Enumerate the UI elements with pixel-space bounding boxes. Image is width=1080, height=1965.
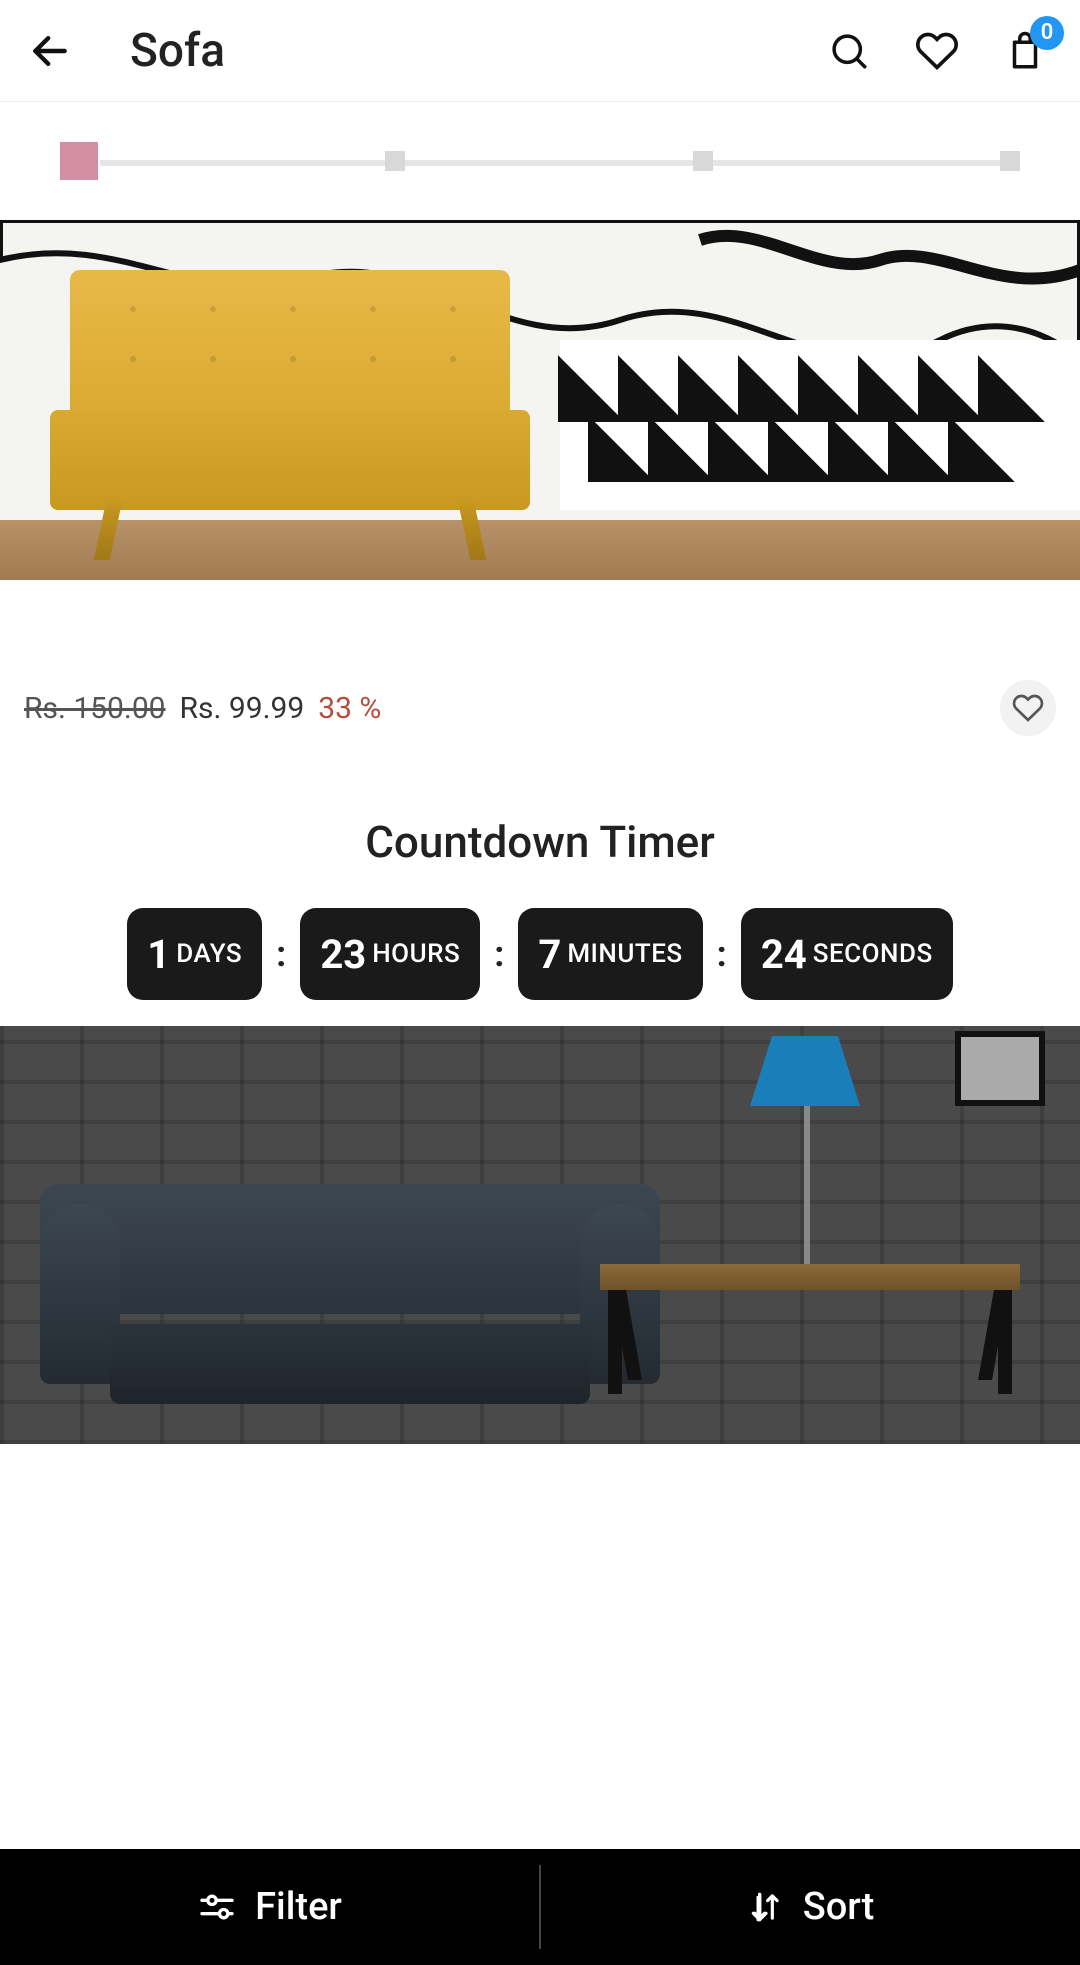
carousel-dots[interactable] bbox=[0, 142, 1080, 220]
countdown-sep: : bbox=[494, 933, 504, 975]
carousel-dot-3[interactable] bbox=[693, 151, 713, 171]
countdown-minutes: 7 MINUTES bbox=[518, 908, 702, 1000]
carousel-dot-4[interactable] bbox=[1000, 151, 1020, 171]
lamp-pole bbox=[804, 1106, 810, 1286]
search-icon bbox=[828, 30, 870, 72]
cart-badge: 0 bbox=[1030, 16, 1064, 50]
header-icons: 0 bbox=[824, 26, 1050, 76]
hours-value: 23 bbox=[320, 931, 366, 978]
days-label: DAYS bbox=[176, 939, 242, 969]
filter-label: Filter bbox=[255, 1885, 342, 1929]
price-discount: 33 % bbox=[318, 691, 381, 726]
dark-sofa-illustration bbox=[40, 1184, 660, 1414]
countdown-sep: : bbox=[276, 933, 286, 975]
seconds-label: SECONDS bbox=[813, 939, 933, 969]
countdown-days: 1 DAYS bbox=[127, 908, 262, 1000]
arrow-left-icon bbox=[28, 29, 72, 73]
carousel-dot-1[interactable] bbox=[60, 142, 98, 180]
countdown-title: Countdown Timer bbox=[0, 816, 1080, 868]
search-button[interactable] bbox=[824, 26, 874, 76]
carousel-track bbox=[100, 160, 1005, 166]
filter-button[interactable]: Filter bbox=[0, 1849, 539, 1965]
page-title: Sofa bbox=[130, 24, 824, 78]
countdown-hours: 23 HOURS bbox=[300, 908, 480, 1000]
product-image-1[interactable] bbox=[0, 220, 1080, 580]
price-row: Rs. 150.00 Rs. 99.99 33 % bbox=[0, 580, 1080, 736]
heart-outline-icon bbox=[1012, 692, 1044, 724]
sort-arrows-icon bbox=[747, 1888, 785, 1926]
coffee-table-illustration bbox=[600, 1264, 1020, 1394]
carousel-dot-2[interactable] bbox=[385, 151, 405, 171]
heart-icon bbox=[915, 29, 959, 73]
countdown-timer: 1 DAYS : 23 HOURS : 7 MINUTES : 24 SECON… bbox=[0, 908, 1080, 1000]
sort-label: Sort bbox=[803, 1885, 875, 1929]
carousel bbox=[0, 102, 1080, 580]
product-image-2[interactable] bbox=[0, 1026, 1080, 1444]
picture-frame-illustration bbox=[955, 1031, 1045, 1106]
hours-label: HOURS bbox=[372, 939, 460, 969]
bottom-bar: Filter Sort bbox=[0, 1849, 1080, 1965]
header: Sofa 0 bbox=[0, 0, 1080, 102]
countdown-sep: : bbox=[717, 933, 727, 975]
minutes-value: 7 bbox=[538, 931, 561, 978]
add-to-wishlist-button[interactable] bbox=[1000, 680, 1056, 736]
price-current: Rs. 99.99 bbox=[180, 691, 305, 726]
price-original: Rs. 150.00 bbox=[24, 691, 166, 726]
cart-button[interactable]: 0 bbox=[1000, 26, 1050, 76]
countdown-seconds: 24 SECONDS bbox=[741, 908, 953, 1000]
yellow-sofa-illustration bbox=[50, 270, 530, 560]
days-value: 1 bbox=[147, 931, 170, 978]
sort-button[interactable]: Sort bbox=[541, 1849, 1080, 1965]
wishlist-button[interactable] bbox=[912, 26, 962, 76]
seconds-value: 24 bbox=[761, 931, 807, 978]
back-button[interactable] bbox=[20, 21, 80, 81]
minutes-label: MINUTES bbox=[567, 939, 682, 969]
filter-icon bbox=[197, 1887, 237, 1927]
